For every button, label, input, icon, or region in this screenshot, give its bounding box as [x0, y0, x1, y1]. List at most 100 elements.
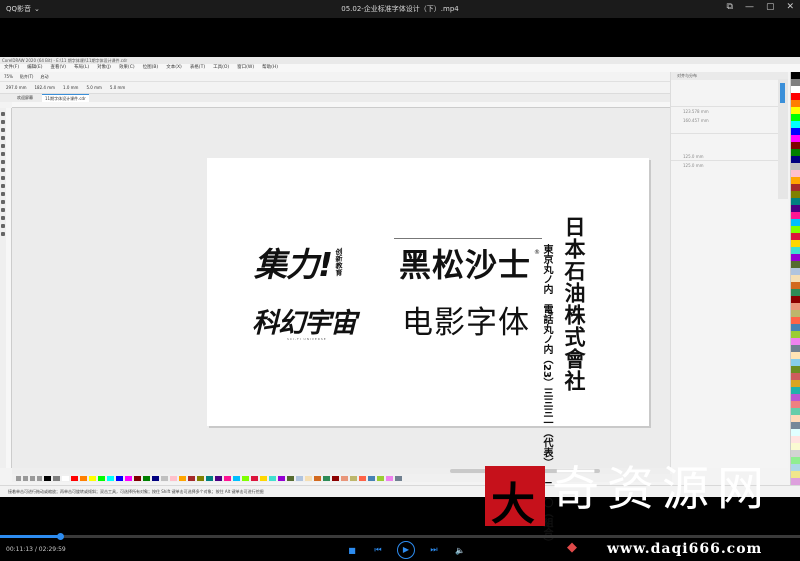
- palette-swatch[interactable]: [791, 415, 800, 422]
- document-palette-swatch[interactable]: [251, 475, 258, 481]
- palette-swatch[interactable]: [791, 443, 800, 450]
- toolbar-item[interactable]: 75%: [4, 72, 13, 81]
- menu-item[interactable]: 对象(J): [97, 64, 111, 72]
- document-palette-swatch[interactable]: [143, 475, 150, 481]
- palette-swatch[interactable]: [791, 177, 800, 184]
- document-palette-swatch[interactable]: [134, 475, 141, 481]
- menu-item[interactable]: 查看(V): [50, 64, 66, 72]
- palette-swatch[interactable]: [791, 261, 800, 268]
- palette-swatch[interactable]: [791, 240, 800, 247]
- menu-item[interactable]: 表格(T): [190, 64, 205, 72]
- logo-jili[interactable]: 集力!: [254, 248, 333, 281]
- palette-swatch[interactable]: [791, 464, 800, 471]
- interactive-fill-icon[interactable]: [1, 232, 5, 236]
- document-palette-swatch[interactable]: [215, 475, 222, 481]
- document-palette-swatch[interactable]: [98, 475, 105, 481]
- document-palette-swatch[interactable]: [395, 475, 402, 481]
- palette-swatch[interactable]: [791, 86, 800, 93]
- document-palette-swatch[interactable]: [224, 475, 231, 481]
- palette-swatch[interactable]: [791, 338, 800, 345]
- palette-swatch[interactable]: [791, 394, 800, 401]
- palette-swatch[interactable]: [791, 212, 800, 219]
- palette-swatch[interactable]: [791, 93, 800, 100]
- document-palette-swatch[interactable]: [125, 475, 132, 481]
- palette-swatch[interactable]: [791, 275, 800, 282]
- palette-swatch[interactable]: [791, 156, 800, 163]
- document-palette-swatch[interactable]: [179, 475, 186, 481]
- palette-swatch[interactable]: [791, 289, 800, 296]
- palette-swatch[interactable]: [791, 457, 800, 464]
- transparency-tool-icon[interactable]: [1, 216, 5, 220]
- palette-swatch[interactable]: [791, 310, 800, 317]
- document-palette-swatch[interactable]: [305, 475, 312, 481]
- palette-swatch[interactable]: [791, 107, 800, 114]
- document-palette-swatch[interactable]: [332, 475, 339, 481]
- document-palette-swatch[interactable]: [152, 475, 159, 481]
- document-palette-swatch[interactable]: [116, 475, 123, 481]
- logo-nippon-oil[interactable]: 日本石油株式會社: [562, 216, 586, 392]
- palette-swatch[interactable]: [791, 163, 800, 170]
- menu-item[interactable]: 位图(B): [143, 64, 159, 72]
- docker-row[interactable]: [671, 89, 788, 98]
- document-palette-swatch[interactable]: [80, 475, 87, 481]
- document-palette-swatch[interactable]: [242, 475, 249, 481]
- docker-row[interactable]: 125.0 mm: [671, 152, 788, 161]
- pin-icon[interactable]: ⧉: [727, 2, 733, 12]
- palette-swatch[interactable]: [791, 408, 800, 415]
- docker-tab-active[interactable]: [780, 83, 785, 103]
- document-palette-swatch[interactable]: [296, 475, 303, 481]
- palette-swatch[interactable]: [791, 401, 800, 408]
- property-field[interactable]: 1.0 mm: [63, 82, 78, 93]
- document-palette-swatch[interactable]: [341, 475, 348, 481]
- progress-knob[interactable]: [57, 533, 64, 540]
- minimize-icon[interactable]: —: [745, 2, 754, 12]
- tab-document[interactable]: 11期字体设计课件.cdr: [42, 94, 89, 102]
- menu-item[interactable]: 工具(O): [213, 64, 229, 72]
- palette-swatch[interactable]: [791, 422, 800, 429]
- docker-row[interactable]: [671, 98, 788, 107]
- toolbar-item[interactable]: 启动: [40, 72, 48, 81]
- document-palette-swatch[interactable]: [71, 475, 78, 481]
- pick-tool-icon[interactable]: [1, 112, 5, 116]
- palette-swatch[interactable]: [791, 219, 800, 226]
- palette-swatch[interactable]: [791, 135, 800, 142]
- document-palette-swatch[interactable]: [233, 475, 240, 481]
- palette-swatch[interactable]: [791, 184, 800, 191]
- document-palette-swatch[interactable]: [314, 475, 321, 481]
- palette-swatch[interactable]: [791, 331, 800, 338]
- palette-swatch[interactable]: [791, 142, 800, 149]
- ellipse-tool-icon[interactable]: [1, 168, 5, 172]
- docker-row[interactable]: 160.457 mm: [671, 116, 788, 125]
- docker-row[interactable]: 125.0 mm: [671, 161, 788, 170]
- video-frame[interactable]: CorelDRAW 2020 (64 Bit) - E:\11 期字体课\\11…: [0, 57, 800, 548]
- docker-row[interactable]: [671, 80, 788, 89]
- palette-swatch[interactable]: [791, 387, 800, 394]
- property-field[interactable]: 297.0 mm: [6, 82, 27, 93]
- palette-swatch[interactable]: [791, 100, 800, 107]
- palette-swatch[interactable]: [791, 366, 800, 373]
- artistic-media-icon[interactable]: [1, 152, 5, 156]
- document-palette-swatch[interactable]: [161, 475, 168, 481]
- palette-swatch[interactable]: [791, 373, 800, 380]
- palette-swatch[interactable]: [791, 324, 800, 331]
- document-palette-swatch[interactable]: [278, 475, 285, 481]
- menu-item[interactable]: 帮助(H): [262, 64, 278, 72]
- palette-swatch[interactable]: [791, 296, 800, 303]
- logo-kehuan[interactable]: 科幻宇宙: [252, 310, 357, 337]
- zoom-tool-icon[interactable]: [1, 136, 5, 140]
- palette-swatch[interactable]: [791, 303, 800, 310]
- freehand-tool-icon[interactable]: [1, 144, 5, 148]
- page-nav-button[interactable]: [23, 475, 28, 481]
- crop-tool-icon[interactable]: [1, 128, 5, 132]
- palette-swatch[interactable]: [791, 352, 800, 359]
- page-nav-button[interactable]: [30, 475, 35, 481]
- palette-swatch[interactable]: [791, 429, 800, 436]
- document-palette-swatch[interactable]: [53, 475, 60, 481]
- palette-swatch[interactable]: [791, 450, 800, 457]
- page-nav-button[interactable]: [16, 475, 21, 481]
- document-page[interactable]: 集力! 创新教育 黑松沙士 ® 科幻宇宙 SCI-FI UNIVERSE 电影字…: [207, 158, 649, 548]
- property-field[interactable]: 182.4 mm: [35, 82, 56, 93]
- page-nav-button[interactable]: [37, 475, 42, 481]
- rectangle-tool-icon[interactable]: [1, 160, 5, 164]
- menu-item[interactable]: 布局(L): [74, 64, 89, 72]
